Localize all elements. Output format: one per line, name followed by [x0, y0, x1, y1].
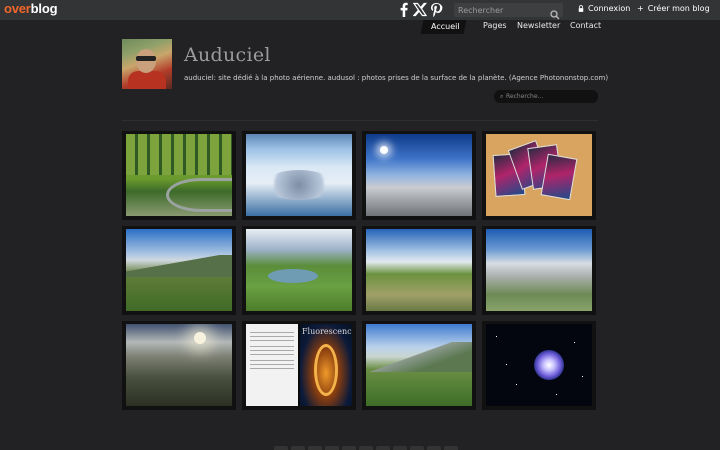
top-search-field[interactable]	[454, 3, 563, 20]
photo-snowy-peaks	[486, 229, 592, 311]
photo-misty-sunrise	[126, 324, 232, 406]
x-icon[interactable]	[413, 2, 427, 17]
gallery-tile[interactable]	[242, 226, 356, 315]
gallery-tile[interactable]	[122, 321, 236, 410]
book-back-page	[246, 324, 298, 406]
gallery-tile[interactable]	[482, 131, 596, 220]
pagination-button[interactable]	[342, 446, 356, 450]
header-divider	[122, 120, 598, 121]
blog-description: auduciel: site dédié à la photo aérienne…	[184, 74, 609, 82]
gallery-tile[interactable]	[122, 226, 236, 315]
login-link[interactable]: Connexion	[578, 4, 630, 13]
lock-icon	[578, 4, 584, 13]
photo-green-ridge	[366, 324, 472, 406]
avatar-glasses	[136, 56, 156, 61]
photo-fluorescence-book: Fluorescence	[246, 324, 352, 406]
photo-aerial-fields	[126, 134, 232, 216]
gallery-tile[interactable]	[362, 131, 476, 220]
pinterest-icon[interactable]	[429, 2, 443, 17]
overblog-logo[interactable]: overblog	[4, 1, 58, 16]
search-icon: ⌕	[500, 93, 504, 100]
avatar-face	[136, 49, 156, 73]
gallery-tile[interactable]	[362, 226, 476, 315]
photo-mountain-plateau	[366, 229, 472, 311]
top-search-input[interactable]	[458, 3, 548, 17]
pagination-button[interactable]	[376, 446, 390, 450]
photo-snowy-town	[246, 134, 352, 216]
blog-search-field[interactable]: ⌕	[494, 90, 598, 103]
nav-item-newsletter[interactable]: Newsletter	[517, 21, 560, 30]
gallery-tile[interactable]	[362, 321, 476, 410]
blog-search-input[interactable]	[506, 90, 592, 103]
login-label: Connexion	[588, 4, 631, 13]
photo-mountain-valley	[126, 229, 232, 311]
search-icon[interactable]	[550, 5, 560, 20]
photo-nebula	[486, 324, 592, 406]
avatar-body	[128, 71, 166, 89]
pagination-button[interactable]	[359, 446, 373, 450]
pagination-button[interactable]	[410, 446, 424, 450]
book-front-cover: Fluorescence	[300, 324, 352, 406]
photo-book-covers	[486, 134, 592, 216]
plus-icon: +	[637, 4, 644, 13]
photo-clouds	[366, 134, 472, 216]
pagination-button[interactable]	[393, 446, 407, 450]
pagination-button[interactable]	[291, 446, 305, 450]
pagination-button[interactable]	[427, 446, 441, 450]
logo-over: over	[4, 1, 31, 16]
create-blog-label: Créer mon blog	[647, 4, 710, 13]
pagination-button[interactable]	[308, 446, 322, 450]
nav-item-contact[interactable]: Contact	[570, 21, 601, 30]
nav-item-accueil[interactable]: Accueil	[431, 22, 460, 31]
blog-title[interactable]: Auduciel	[184, 44, 271, 66]
gallery-tile[interactable]	[482, 321, 596, 410]
pagination-button[interactable]	[274, 446, 288, 450]
gallery-tile[interactable]	[122, 131, 236, 220]
gallery-tile[interactable]	[482, 226, 596, 315]
pagination-button[interactable]	[325, 446, 339, 450]
photo-mountain-lake	[246, 229, 352, 311]
gallery-tile[interactable]: Fluorescence	[242, 321, 356, 410]
gallery-tile[interactable]	[242, 131, 356, 220]
pagination-button[interactable]	[444, 446, 458, 450]
facebook-icon[interactable]	[397, 2, 411, 17]
book-title: Fluorescence	[302, 327, 352, 336]
create-blog-link[interactable]: + Créer mon blog	[637, 4, 710, 13]
avatar[interactable]	[122, 39, 172, 89]
logo-blog: blog	[30, 1, 58, 16]
nav-item-pages[interactable]: Pages	[483, 21, 507, 30]
